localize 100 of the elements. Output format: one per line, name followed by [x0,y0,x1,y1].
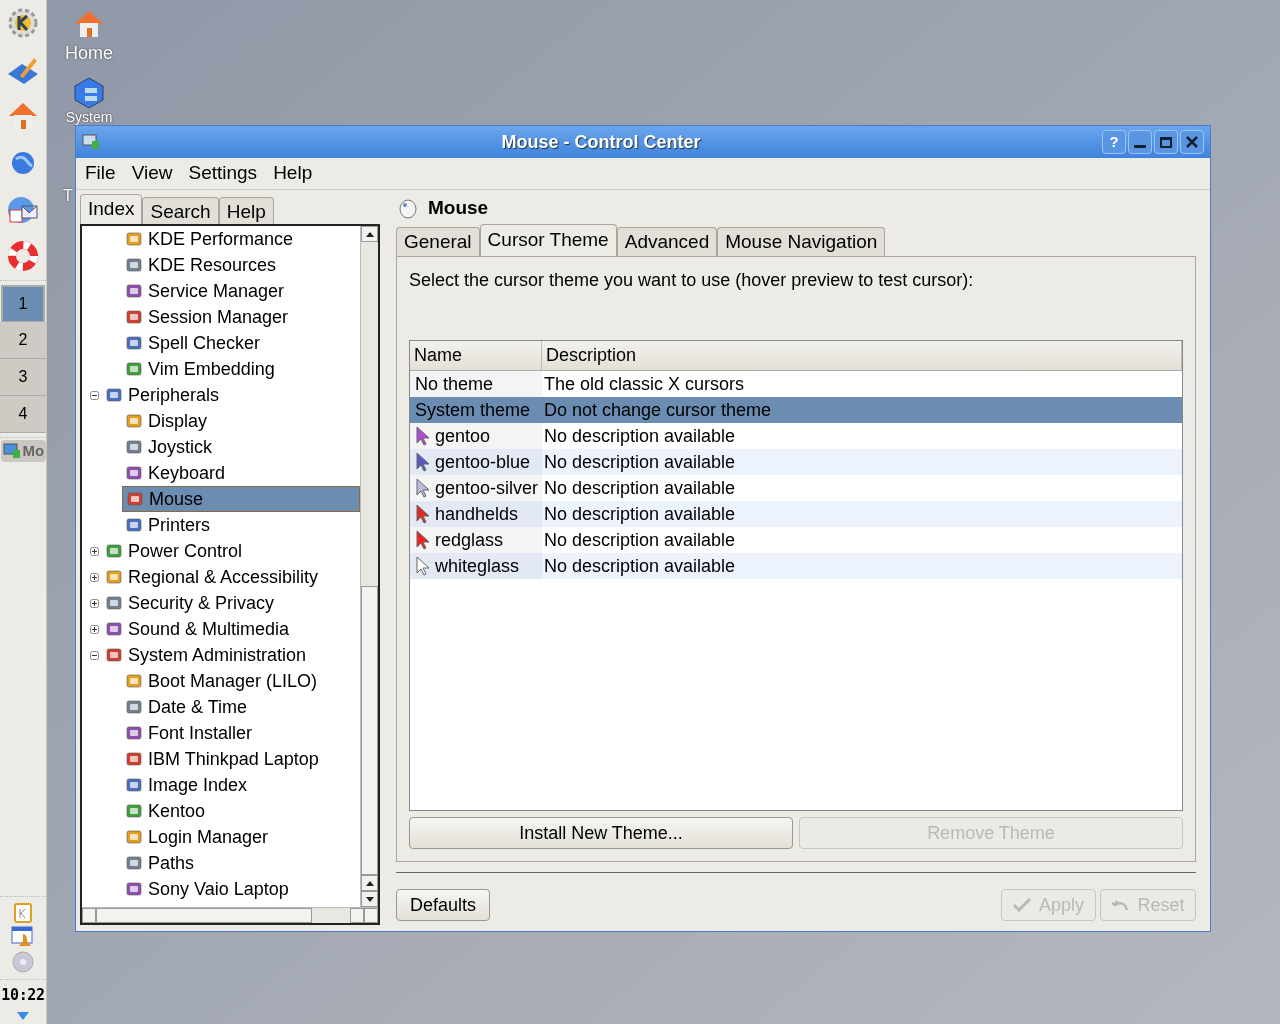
table-row[interactable]: whiteglass No description available [410,553,1182,579]
tree-item[interactable]: System Administration [102,642,315,668]
table-cell-text: No description available [544,476,736,500]
tree-item[interactable]: KDE Performance [122,226,302,252]
tree-item[interactable]: Security & Privacy [102,590,283,616]
tree-item[interactable]: Sony Vaio Laptop [122,876,297,902]
module-icon [126,283,142,299]
menu-item[interactable]: Settings [188,159,258,188]
module-icon [126,465,142,481]
column-header[interactable]: Description [542,341,1182,370]
expand-icon[interactable] [89,598,99,608]
module-icon [106,543,122,559]
module-icon [126,309,142,325]
tree-item[interactable]: Power Control [102,538,251,564]
tree-item[interactable]: Mouse [122,486,360,512]
house-icon[interactable] [73,8,105,40]
house-icon[interactable] [7,100,39,132]
module-icon [126,673,142,689]
down-arrow-icon[interactable] [365,896,374,902]
module-icon [126,803,142,819]
cursor-arrow-icon [415,478,431,498]
clipboard-icon[interactable] [14,900,32,923]
tree-item[interactable]: IBM Thinkpad Laptop [122,746,327,772]
tree-item[interactable]: Sound & Multimedia [102,616,298,642]
table-cell-text: gentoo-silver [435,476,539,500]
table-row[interactable]: System theme Do not change cursor theme [410,397,1182,423]
tree-item[interactable]: Regional & Accessibility [102,564,327,590]
expand-icon[interactable] [89,624,99,634]
desktop-pager-button[interactable]: 3 [0,359,46,396]
table-cell-text: System theme [415,398,531,422]
tree-item[interactable]: Login Manager [122,824,277,850]
module-icon [126,751,142,767]
tree-item[interactable]: Peripherals [102,382,228,408]
expand-icon[interactable] [89,546,99,556]
expand-icon[interactable] [89,572,99,582]
module-icon [106,387,122,403]
table-cell-text: The old classic X cursors [544,372,745,396]
cabinet-icon[interactable] [73,76,105,110]
menu-item[interactable]: File [85,159,116,188]
tree-item[interactable]: KDE Resources [122,252,285,278]
push-button[interactable]: Install New Theme... [409,817,793,849]
vertical-scrollbar[interactable] [360,226,378,907]
module-icon [106,647,122,663]
tree-item[interactable]: Service Manager [122,278,293,304]
module-title: Mouse [428,195,489,220]
maximize-button[interactable] [1154,130,1178,154]
tree-item[interactable]: Paths [122,850,203,876]
mail-calendar-icon[interactable] [6,194,40,226]
collapse-icon[interactable] [89,390,99,400]
calendar-bell-icon[interactable] [11,925,35,948]
monitor-icon [2,443,21,459]
desktop-pager-button[interactable]: 1 [1,285,45,322]
tree-item[interactable]: Joystick [122,434,220,460]
horizontal-scrollbar[interactable] [82,907,378,923]
tree-item[interactable]: Printers [122,512,218,538]
module-icon [126,335,142,351]
clock: 10:22 [1,984,45,1006]
tab[interactable]: Cursor Theme [479,224,617,256]
up-arrow-icon[interactable] [365,231,374,237]
tab[interactable]: Mouse Navigation [717,227,886,256]
tab[interactable]: Advanced [616,227,718,256]
cursor-arrow-icon [415,426,431,446]
module-icon [106,569,122,585]
up-arrow-icon[interactable] [365,880,374,886]
module-icon [126,699,142,715]
tab[interactable]: General [396,227,480,256]
tab[interactable]: Help [218,197,274,224]
table-row[interactable]: gentoo-blue No description available [410,449,1182,475]
tree-item[interactable]: Font Installer [122,720,261,746]
tree-item[interactable]: Spell Checker [122,330,269,356]
push-button[interactable]: Defaults [396,889,491,921]
monitor-icon [82,134,100,150]
desktop-pager-button[interactable]: 4 [0,396,46,433]
table-cell-text: redglass [435,528,504,552]
close-button[interactable] [1180,130,1204,154]
collapse-icon[interactable] [89,650,99,660]
cursor-arrow-icon [415,452,431,472]
gear-k-icon[interactable] [6,6,40,40]
tree-item[interactable]: Vim Embedding [122,356,283,382]
lifebuoy-icon[interactable] [7,240,39,272]
tree-item[interactable]: Display [122,408,216,434]
minimize-button[interactable] [1128,130,1152,154]
table-cell-text: No description available [544,450,736,474]
table-cell-text: No description available [544,502,736,526]
table-cell-text: handhelds [435,502,519,526]
menu-item[interactable]: Help [273,159,313,188]
tree-item[interactable]: Kentoo [122,798,214,824]
cursor-arrow-icon [415,556,431,576]
column-header[interactable]: Name [410,341,542,370]
tab[interactable]: Search [142,197,219,224]
table-row[interactable]: handhelds No description available [410,501,1182,527]
tree-item[interactable]: Boot Manager (LILO) [122,668,326,694]
desktop-pager-button[interactable]: 2 [0,322,46,359]
tree-item[interactable]: Date & Time [122,694,256,720]
cursor-arrow-icon [415,504,431,524]
tab[interactable]: Index [80,194,143,224]
tree-item[interactable]: Session Manager [122,304,297,330]
menu-item[interactable]: View [131,159,173,188]
tree-item[interactable]: Keyboard [122,460,234,486]
tree-item[interactable]: Image Index [122,772,256,798]
